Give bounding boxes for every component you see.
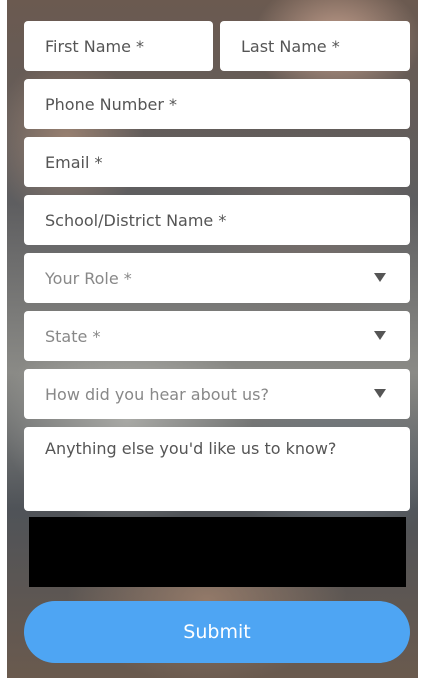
role-select[interactable]: Your Role * (24, 253, 410, 303)
first-name-placeholder: First Name * (45, 36, 145, 56)
first-name-field[interactable]: First Name * (24, 21, 213, 71)
comments-placeholder: Anything else you'd like us to know? (45, 439, 337, 458)
captcha-widget[interactable] (29, 517, 406, 587)
chevron-down-icon (374, 273, 386, 282)
chevron-down-icon (374, 389, 386, 398)
phone-number-placeholder: Phone Number * (45, 94, 178, 114)
role-placeholder: Your Role * (45, 268, 132, 288)
state-placeholder: State * (45, 326, 101, 346)
submit-button[interactable]: Submit (24, 601, 410, 663)
email-placeholder: Email * (45, 152, 103, 172)
referral-placeholder: How did you hear about us? (45, 384, 269, 404)
comments-textarea[interactable]: Anything else you'd like us to know? (24, 427, 410, 511)
state-select[interactable]: State * (24, 311, 410, 361)
referral-select[interactable]: How did you hear about us? (24, 369, 410, 419)
school-district-placeholder: School/District Name * (45, 210, 227, 230)
last-name-field[interactable]: Last Name * (220, 21, 410, 71)
phone-number-field[interactable]: Phone Number * (24, 79, 410, 129)
school-district-field[interactable]: School/District Name * (24, 195, 410, 245)
signup-form-screen: First Name * Last Name * Phone Number * … (0, 0, 425, 678)
email-field[interactable]: Email * (24, 137, 410, 187)
last-name-placeholder: Last Name * (241, 36, 340, 56)
chevron-down-icon (374, 331, 386, 340)
